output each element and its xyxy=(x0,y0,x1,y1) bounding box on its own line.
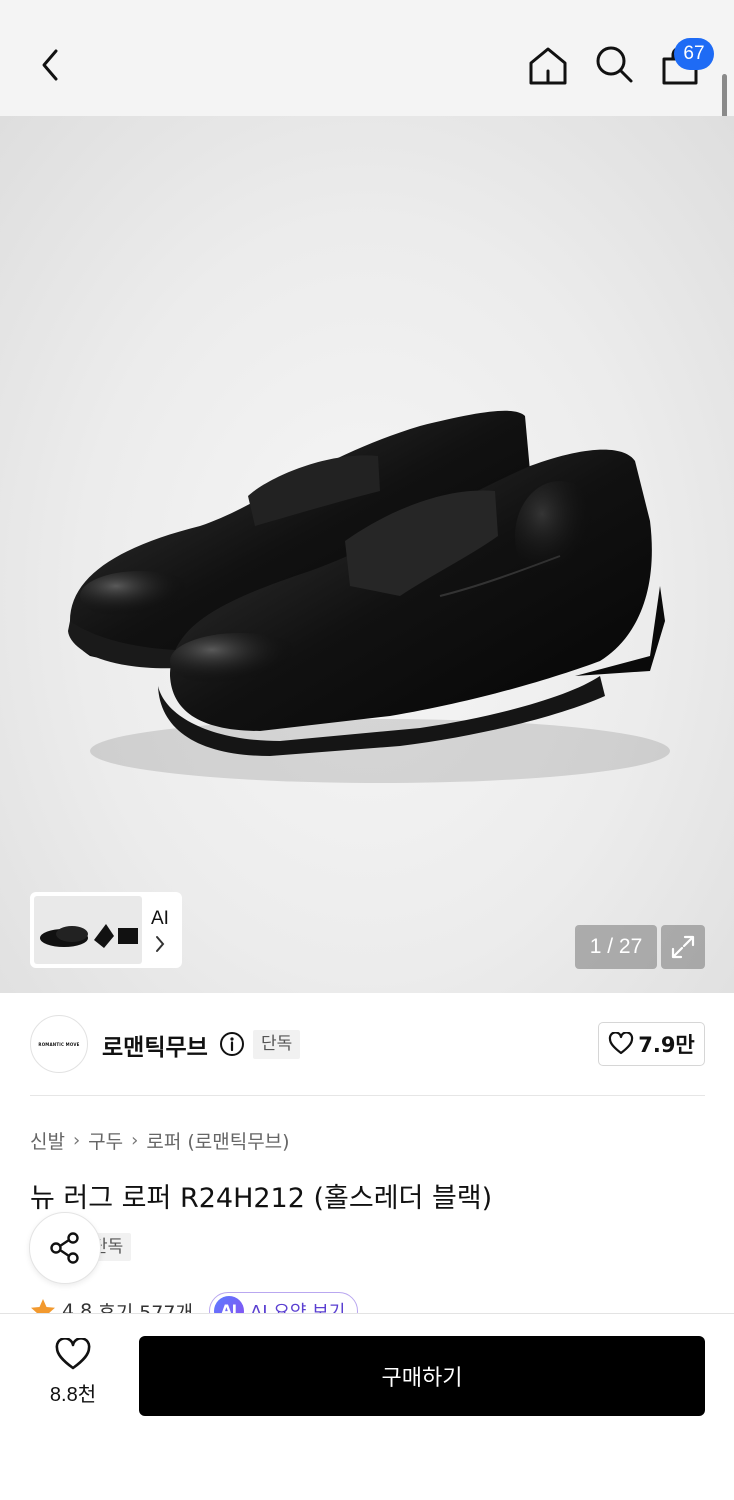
brand-like-count: 7.9만 xyxy=(638,1033,695,1057)
heart-icon xyxy=(55,1338,91,1370)
breadcrumb-item[interactable]: 구두 xyxy=(88,1127,123,1154)
share-icon xyxy=(50,1232,79,1264)
breadcrumb-item[interactable]: 신발 xyxy=(30,1127,65,1154)
buy-button[interactable]: 구매하기 xyxy=(139,1336,705,1416)
star-icon xyxy=(31,1299,55,1314)
product-title: 뉴 러그 로퍼 R24H212 (홀스레더 블랙) xyxy=(30,1183,493,1214)
wishlist-button[interactable]: 8.8천 xyxy=(30,1338,116,1414)
chevron-right-icon: › xyxy=(72,1130,81,1151)
home-button[interactable] xyxy=(524,42,572,90)
expand-button[interactable] xyxy=(661,925,705,969)
home-icon xyxy=(529,47,567,85)
expand-icon xyxy=(671,935,695,959)
cart-count-badge: 67 xyxy=(674,38,714,70)
thumbnail-ai-label: AI xyxy=(151,908,169,929)
thumbnail-image xyxy=(34,896,142,964)
chevron-right-icon: › xyxy=(131,1130,139,1151)
wishlist-count: 8.8천 xyxy=(49,1384,97,1406)
ai-summary-label: AI 요약 보기 xyxy=(249,1302,346,1314)
search-icon xyxy=(596,46,633,83)
breadcrumb-item[interactable]: 로퍼 (로맨틱무브) xyxy=(146,1127,289,1154)
brand-logo-text: ROMANTIC MOVE xyxy=(38,1041,80,1047)
thumbnail-shoes-icon xyxy=(40,924,138,948)
product-image[interactable] xyxy=(0,116,734,993)
loafer-shoes-image xyxy=(68,410,670,783)
review-count[interactable]: 후기 577개 xyxy=(98,1298,193,1315)
back-button[interactable] xyxy=(28,42,74,88)
brand-exclusive-tag: 단독 xyxy=(253,1030,301,1059)
chevron-left-icon xyxy=(42,49,58,81)
breadcrumb: 신발 › 구두 › 로퍼 (로맨틱무브) xyxy=(30,1127,290,1154)
brand-logo[interactable]: ROMANTIC MOVE xyxy=(30,1015,88,1073)
brand-name[interactable]: 로맨틱무브 xyxy=(102,1028,208,1062)
share-button[interactable] xyxy=(29,1212,101,1284)
heart-icon xyxy=(609,1032,634,1055)
brand-like-button[interactable]: 7.9만 xyxy=(598,1022,705,1066)
ai-thumbnail-card[interactable] xyxy=(30,892,182,968)
search-button[interactable] xyxy=(590,40,638,88)
info-icon[interactable] xyxy=(219,1031,245,1057)
image-page-counter: 1 / 27 xyxy=(575,925,657,969)
ai-badge-icon: AI xyxy=(213,1296,244,1314)
divider xyxy=(30,1095,705,1096)
chevron-right-icon xyxy=(156,936,165,952)
rating-value: 4.8 xyxy=(62,1300,93,1314)
rating-row: 4.8 후기 577개 AI AI 요약 보기 xyxy=(30,1290,710,1314)
ai-summary-button[interactable]: AI AI 요약 보기 xyxy=(208,1292,359,1314)
